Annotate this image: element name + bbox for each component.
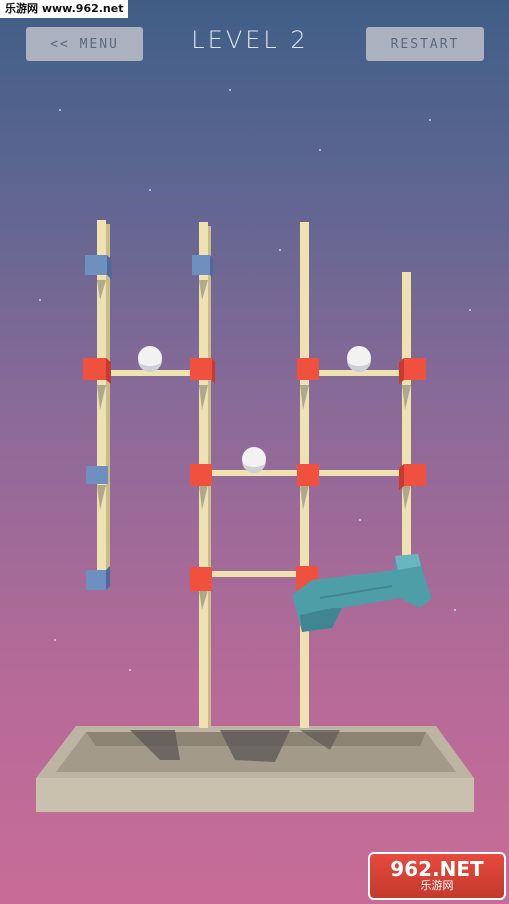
red-node [399,464,426,490]
blue-node [86,466,108,484]
blue-node [192,255,213,278]
red-node [297,464,319,486]
red-node [399,358,426,384]
ball [242,447,266,473]
base-tray [36,726,474,812]
red-node [297,358,319,380]
pole-4 [402,272,411,564]
blue-nodes [85,255,423,591]
ball [138,346,162,372]
watermark-name: 乐游网 [420,879,454,892]
ball [347,346,371,372]
watermark-bottom: 962.NET 乐游网 [368,852,506,900]
game-scene [36,89,474,812]
balls [138,346,371,473]
watermark-logo: 962.NET [390,857,484,881]
red-node [190,464,212,486]
red-node [190,567,212,591]
crossbars [106,370,404,577]
wrench-tool[interactable] [292,554,432,632]
